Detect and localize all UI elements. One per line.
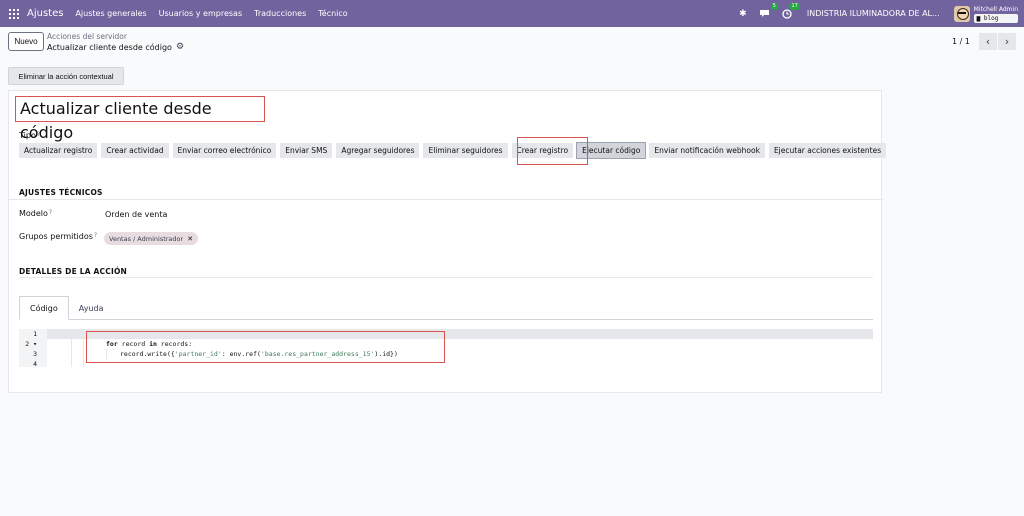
app-name[interactable]: Ajustes [27, 8, 63, 19]
type-send-sms[interactable]: Enviar SMS [280, 143, 333, 158]
code-highlight-box [86, 331, 445, 363]
action-name-field[interactable]: Actualizar cliente desde código [15, 96, 265, 142]
type-highlight-box [517, 137, 588, 165]
menu-tecnico[interactable]: Técnico [318, 9, 347, 18]
user-name: Mitchell Admin [973, 5, 1018, 13]
company-switcher[interactable]: INDISTRIA ILUMINADORA DE AL... [807, 9, 940, 18]
groups-label: Grupos permitidos? [19, 232, 97, 241]
type-label-text: Tipo [19, 131, 36, 140]
database-name: ▆ blog [973, 13, 1018, 23]
help-icon[interactable]: ? [49, 209, 52, 216]
main-menu: Ajustes generales Usuarios y empresas Tr… [75, 9, 359, 18]
indent-guide [71, 329, 72, 367]
type-selector: Actualizar registro Crear actividad Envi… [19, 142, 890, 159]
line-number[interactable]: 2 ▾ [19, 339, 47, 349]
model-value[interactable]: Orden de venta [105, 210, 167, 219]
line-number: 3 [33, 350, 37, 358]
chat-bubble-icon [760, 10, 770, 17]
activity-badge: 17 [789, 2, 800, 10]
activity-clock-icon[interactable]: 17 [781, 2, 800, 20]
messages-badge: 5 [770, 2, 778, 10]
line-number: 4 [33, 360, 37, 368]
indent-guide [83, 339, 84, 367]
pager: 1 / 1 ‹ › [952, 33, 1016, 50]
gear-icon[interactable]: ⚙ [176, 42, 184, 52]
tab-help[interactable]: Ayuda [69, 296, 114, 320]
top-navbar: Ajustes Ajustes generales Usuarios y emp… [0, 0, 1024, 27]
type-create-activity[interactable]: Crear actividad [101, 143, 169, 158]
user-avatar[interactable] [953, 5, 970, 22]
pager-previous-button[interactable]: ‹ [979, 33, 997, 50]
model-label-text: Modelo [19, 209, 48, 218]
tab-code[interactable]: Código [19, 296, 69, 320]
menu-ajustes-generales[interactable]: Ajustes generales [75, 9, 146, 18]
group-tag[interactable]: Ventas / Administrador ✕ [104, 232, 199, 245]
details-section-divider [19, 277, 873, 278]
type-webhook[interactable]: Enviar notificación webhook [649, 143, 765, 158]
tech-section-divider [9, 199, 883, 200]
clock-icon [782, 8, 792, 19]
model-label: Modelo? [19, 209, 52, 218]
pager-next-button[interactable]: › [998, 33, 1016, 50]
groups-label-text: Grupos permitidos [19, 232, 93, 241]
systray: ✱ 5 17 INDISTRIA ILUMINADORA DE AL... Mi… [737, 0, 1024, 27]
type-multi-actions[interactable]: Ejecutar acciones existentes [768, 143, 887, 158]
group-tag-label: Ventas / Administrador [109, 234, 184, 243]
breadcrumb-parent[interactable]: Acciones del servidor [47, 32, 127, 41]
help-icon[interactable]: ? [94, 232, 97, 239]
line-number: 1 [33, 330, 37, 338]
notebook-tabs: Código Ayuda [19, 296, 873, 320]
menu-traducciones[interactable]: Traducciones [254, 9, 306, 18]
type-add-followers[interactable]: Agregar seguidores [336, 143, 420, 158]
breadcrumb-current: Actualizar cliente desde código ⚙ [47, 42, 184, 52]
breadcrumb-current-label: Actualizar cliente desde código [47, 42, 172, 52]
remove-tag-icon[interactable]: ✕ [187, 235, 193, 243]
messages-icon[interactable]: 5 [759, 2, 778, 20]
menu-usuarios-empresas[interactable]: Usuarios y empresas [159, 9, 242, 18]
type-send-email[interactable]: Enviar correo electrónico [172, 143, 277, 158]
pager-value[interactable]: 1 / 1 [952, 37, 970, 46]
new-button[interactable]: Nuevo [8, 32, 44, 51]
apps-menu-icon[interactable] [9, 8, 19, 19]
help-icon[interactable]: ? [37, 131, 40, 138]
tech-section-title: AJUSTES TÉCNICOS [19, 188, 103, 197]
type-update-record[interactable]: Actualizar registro [19, 143, 98, 158]
database-label: blog [983, 14, 999, 22]
details-section-title: DETALLES DE LA ACCIÓN [19, 267, 127, 276]
bug-icon[interactable]: ✱ [737, 8, 749, 20]
remove-contextual-action-button[interactable]: Eliminar la acción contextual [8, 67, 124, 85]
type-remove-followers[interactable]: Eliminar seguidores [423, 143, 508, 158]
user-menu[interactable]: Mitchell Admin ▆ blog [973, 5, 1018, 23]
type-label: Tipo? [19, 131, 40, 140]
